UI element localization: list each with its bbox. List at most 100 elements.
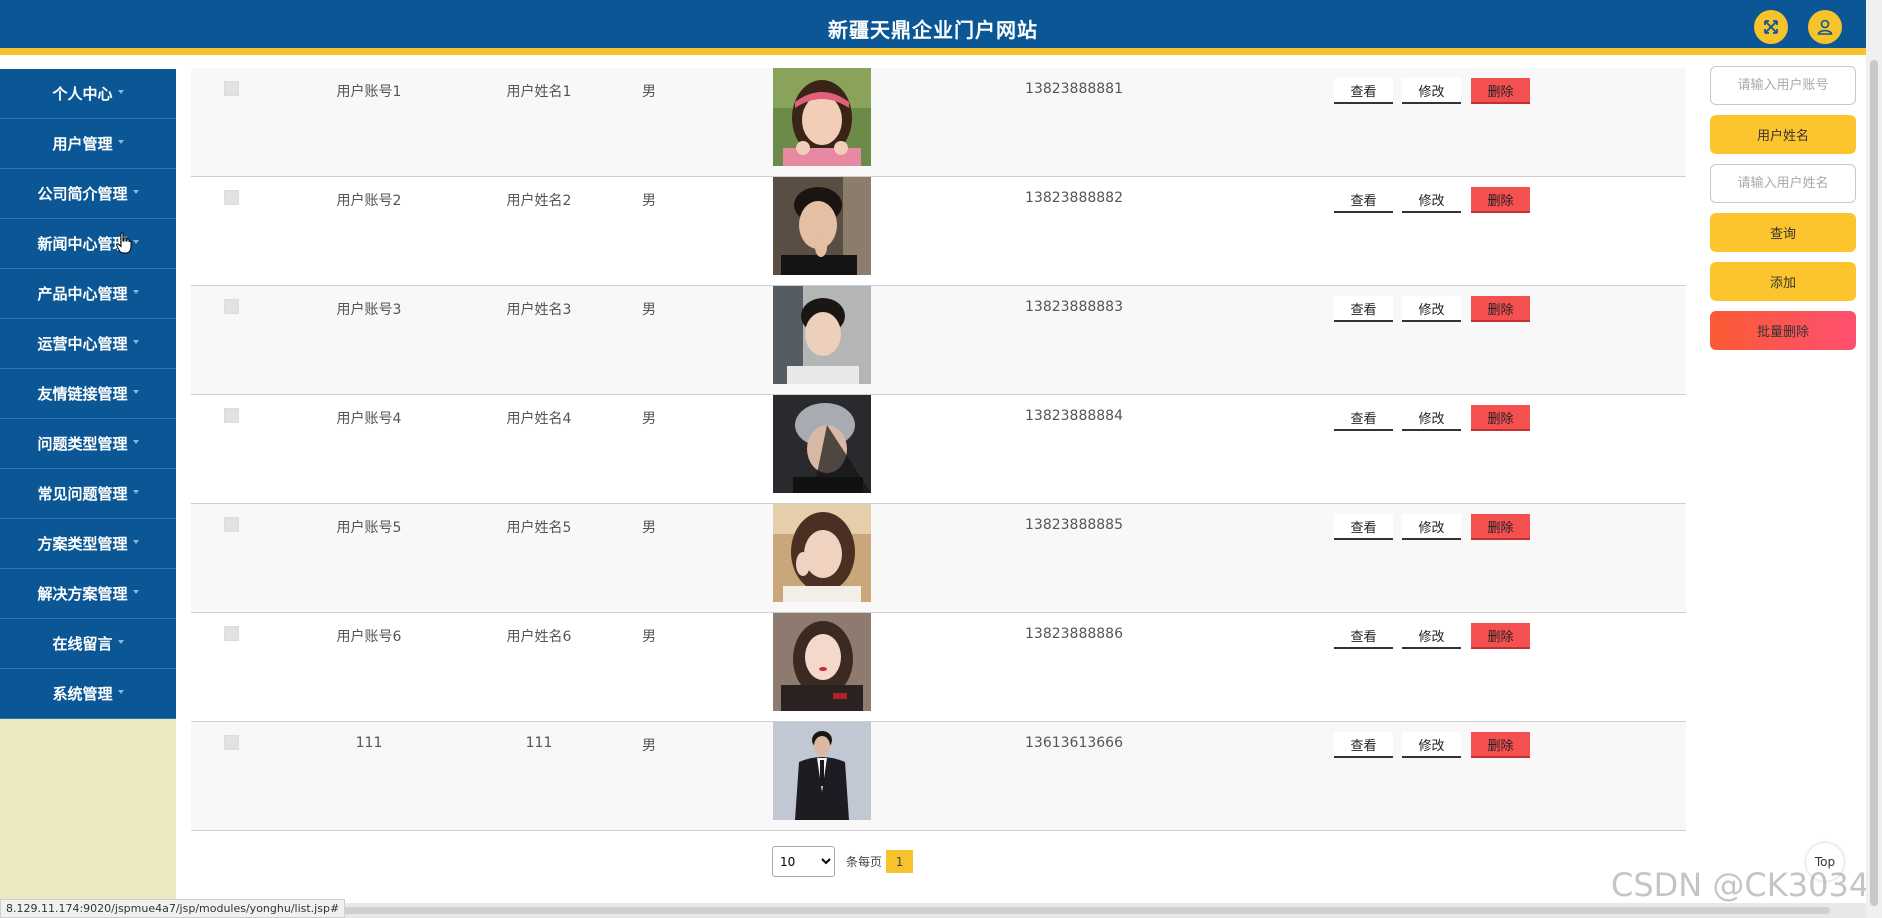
edit-button[interactable]: 修改: [1402, 296, 1461, 322]
sidebar-item-label: 问题类型管理: [37, 435, 128, 453]
name-search-field[interactable]: [1710, 164, 1856, 203]
edit-button[interactable]: 修改: [1402, 623, 1461, 649]
fullscreen-button[interactable]: [1754, 10, 1788, 44]
sidebar-item-online-message[interactable]: 在线留言: [0, 619, 176, 669]
sidebar-item-company-profile[interactable]: 公司简介管理: [0, 169, 176, 219]
pagination: 10 条每页 1: [772, 846, 914, 877]
batch-delete-button[interactable]: 批量删除: [1710, 311, 1856, 350]
view-button[interactable]: 查看: [1334, 623, 1393, 649]
table-row: 用户账号5 用户姓名5 男 13823888885 查看 修改 删除: [191, 504, 1686, 613]
caret-down-icon: [132, 489, 139, 494]
user-account-cell: 用户账号4: [336, 411, 402, 427]
edit-button[interactable]: 修改: [1402, 187, 1461, 213]
user-sex-cell: 男: [642, 411, 656, 427]
watermark-text: CSDN @CK3034: [1611, 866, 1870, 904]
table-row: 用户账号1 用户姓名1 男 13823888881 查看 修改 删除: [191, 68, 1686, 177]
view-button[interactable]: 查看: [1334, 187, 1393, 213]
delete-button[interactable]: 删除: [1471, 187, 1530, 213]
per-page-label: 条每页: [846, 855, 883, 869]
young-man-photo: [773, 177, 871, 275]
sidebar-item-label: 解决方案管理: [37, 585, 128, 603]
sidebar-item-faq[interactable]: 常见问题管理: [0, 469, 176, 519]
row-checkbox[interactable]: [224, 735, 239, 750]
sidebar-item-user-management[interactable]: 用户管理: [0, 119, 176, 169]
delete-button[interactable]: 删除: [1471, 732, 1530, 758]
user-phone-cell: 13823888881: [1025, 81, 1123, 97]
edit-button[interactable]: 修改: [1402, 514, 1461, 540]
row-checkbox[interactable]: [224, 190, 239, 205]
sidebar-item-label: 常见问题管理: [37, 485, 128, 503]
row-checkbox[interactable]: [224, 626, 239, 641]
user-icon: [1817, 19, 1833, 35]
user-name-cell: 用户姓名2: [506, 193, 572, 209]
caret-down-icon: [132, 389, 139, 394]
sidebar-item-solutions[interactable]: 解决方案管理: [0, 569, 176, 619]
sidebar-item-friend-links[interactable]: 友情链接管理: [0, 369, 176, 419]
page-size-select[interactable]: 10: [772, 846, 835, 877]
add-button[interactable]: 添加: [1710, 262, 1856, 301]
site-title: 新疆天鼎企业门户网站: [828, 18, 1038, 42]
name-label-button[interactable]: 用户姓名: [1710, 115, 1856, 154]
sidebar-item-personal-center[interactable]: 个人中心: [0, 69, 176, 119]
user-button[interactable]: [1808, 10, 1842, 44]
sidebar-item-news-center[interactable]: 新闻中心管理: [0, 219, 176, 269]
query-button[interactable]: 查询: [1710, 213, 1856, 252]
status-bar-url: 8.129.11.174:9020/jspmue4a7/jsp/modules/…: [0, 899, 346, 918]
row-checkbox[interactable]: [224, 81, 239, 96]
account-search-field[interactable]: [1710, 66, 1856, 105]
delete-button[interactable]: 删除: [1471, 296, 1530, 322]
user-account-cell: 用户账号6: [336, 629, 402, 645]
view-button[interactable]: 查看: [1334, 732, 1393, 758]
young-man-car-photo: [773, 286, 871, 384]
man-in-suit-photo: [773, 722, 871, 820]
user-account-cell: 用户账号3: [336, 302, 402, 318]
sidebar-item-label: 用户管理: [52, 135, 113, 153]
delete-button[interactable]: 删除: [1471, 405, 1530, 431]
row-checkbox[interactable]: [224, 299, 239, 314]
user-name-cell: 用户姓名4: [506, 411, 572, 427]
table-row: 用户账号2 用户姓名2 男 13823888882 查看 修改 删除: [191, 177, 1686, 286]
view-button[interactable]: 查看: [1334, 296, 1393, 322]
caret-down-icon: [132, 439, 139, 444]
woman-with-headband-photo: [773, 68, 871, 166]
edit-button[interactable]: 修改: [1402, 732, 1461, 758]
user-phone-cell: 13823888882: [1025, 190, 1123, 206]
account-search-input[interactable]: [1711, 67, 1855, 104]
row-checkbox[interactable]: [224, 408, 239, 423]
view-button[interactable]: 查看: [1334, 78, 1393, 104]
user-phone-cell: 13823888886: [1025, 626, 1123, 642]
vertical-scroll-thumb[interactable]: [1870, 60, 1878, 906]
app-window: 新疆天鼎企业门户网站 个人中心 用户管理 公司简介管理 新闻中心管理 产品中心管…: [0, 0, 1882, 918]
delete-button[interactable]: 删除: [1471, 78, 1530, 104]
sidebar-item-product-center[interactable]: 产品中心管理: [0, 269, 176, 319]
user-name-cell: 111: [525, 735, 553, 751]
user-sex-cell: 男: [642, 738, 656, 754]
delete-button[interactable]: 删除: [1471, 623, 1530, 649]
sidebar-item-solution-types[interactable]: 方案类型管理: [0, 519, 176, 569]
sidebar-item-label: 产品中心管理: [37, 285, 128, 303]
user-account-cell: 用户账号5: [336, 520, 402, 536]
top-header: 新疆天鼎企业门户网站: [0, 0, 1866, 55]
user-name-cell: 用户姓名3: [506, 302, 572, 318]
table-row: 用户账号4 用户姓名4 男 13823888884 查看 修改 删除: [191, 395, 1686, 504]
sidebar-item-question-types[interactable]: 问题类型管理: [0, 419, 176, 469]
name-search-input[interactable]: [1711, 165, 1855, 202]
caret-down-icon: [132, 589, 139, 594]
page-number-current[interactable]: 1: [886, 850, 914, 873]
sidebar-item-label: 系统管理: [52, 685, 113, 703]
delete-button[interactable]: 删除: [1471, 514, 1530, 540]
sidebar-item-label: 新闻中心管理: [37, 235, 128, 253]
sidebar-item-label: 个人中心: [52, 85, 113, 103]
view-button[interactable]: 查看: [1334, 405, 1393, 431]
vertical-scrollbar[interactable]: [1866, 0, 1882, 918]
edit-button[interactable]: 修改: [1402, 405, 1461, 431]
view-button[interactable]: 查看: [1334, 514, 1393, 540]
caret-down-icon: [132, 339, 139, 344]
woman-dark-coat-photo: [773, 613, 871, 711]
user-name-cell: 用户姓名5: [506, 520, 572, 536]
sidebar-item-operation-center[interactable]: 运营中心管理: [0, 319, 176, 369]
woman-hand-on-face-photo: [773, 504, 871, 602]
edit-button[interactable]: 修改: [1402, 78, 1461, 104]
sidebar-item-system-management[interactable]: 系统管理: [0, 669, 176, 719]
row-checkbox[interactable]: [224, 517, 239, 532]
